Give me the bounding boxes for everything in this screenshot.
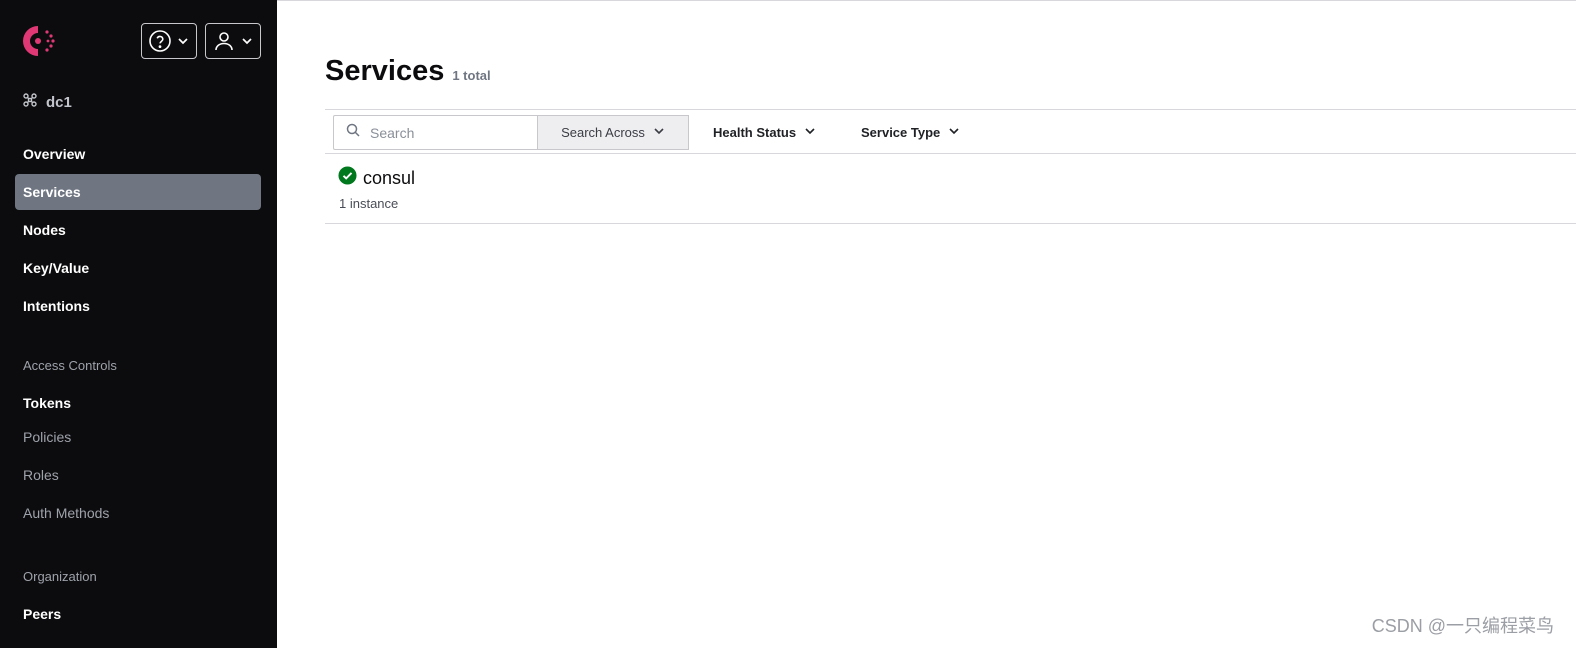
chevron-down-icon (948, 125, 960, 140)
sidebar: dc1 Overview Services Nodes Key/Value In… (0, 0, 277, 648)
service-name-row: consul (338, 166, 415, 190)
search-input[interactable] (370, 124, 520, 141)
help-icon (148, 29, 172, 53)
health-status-dropdown[interactable]: Health Status (713, 115, 816, 150)
nav-services[interactable]: Services (15, 174, 261, 210)
nav-roles[interactable]: Roles (15, 457, 261, 493)
organization-heading: Organization (23, 569, 97, 584)
datacenter-icon (22, 92, 38, 112)
search-icon (346, 123, 360, 142)
chevron-down-icon (240, 34, 254, 48)
main-content: Services 1 total Search Across Health St… (277, 0, 1576, 648)
health-passing-icon (338, 166, 357, 190)
service-instance-count: 1 instance (339, 196, 399, 211)
user-icon (212, 29, 236, 53)
help-menu-button[interactable] (141, 23, 197, 59)
chevron-down-icon (653, 125, 665, 140)
access-controls-heading: Access Controls (23, 358, 117, 373)
filter-bar: Search Across Health Status Service Type (325, 109, 1576, 154)
chevron-down-icon (176, 34, 190, 48)
search-across-label: Search Across (561, 125, 645, 140)
nav-intentions[interactable]: Intentions (15, 288, 261, 324)
service-type-label: Service Type (861, 125, 941, 140)
service-name[interactable]: consul (363, 168, 415, 189)
service-type-dropdown[interactable]: Service Type (861, 115, 960, 150)
service-list-item[interactable]: consul 1 instance (325, 154, 1576, 224)
datacenter-selector[interactable]: dc1 (22, 92, 72, 112)
page-header: Services 1 total (325, 55, 491, 88)
datacenter-label: dc1 (46, 93, 72, 111)
nav-peers[interactable]: Peers (15, 596, 261, 632)
nav-key-value[interactable]: Key/Value (15, 250, 261, 286)
nav-overview[interactable]: Overview (15, 136, 261, 172)
services-count: 1 total (452, 68, 491, 83)
watermark: CSDN @一只编程菜鸟 (1371, 616, 1554, 636)
nav-policies[interactable]: Policies (15, 419, 261, 455)
health-status-label: Health Status (713, 125, 797, 140)
user-menu-button[interactable] (205, 23, 261, 59)
nav-auth-methods[interactable]: Auth Methods (15, 495, 261, 531)
nav-nodes[interactable]: Nodes (15, 212, 261, 248)
chevron-down-icon (804, 125, 816, 140)
consul-logo-icon[interactable] (20, 23, 58, 59)
search-box[interactable] (333, 115, 538, 150)
search-across-dropdown[interactable]: Search Across (537, 115, 689, 150)
nav-tokens[interactable]: Tokens (15, 385, 261, 421)
page-title: Services (325, 55, 445, 87)
